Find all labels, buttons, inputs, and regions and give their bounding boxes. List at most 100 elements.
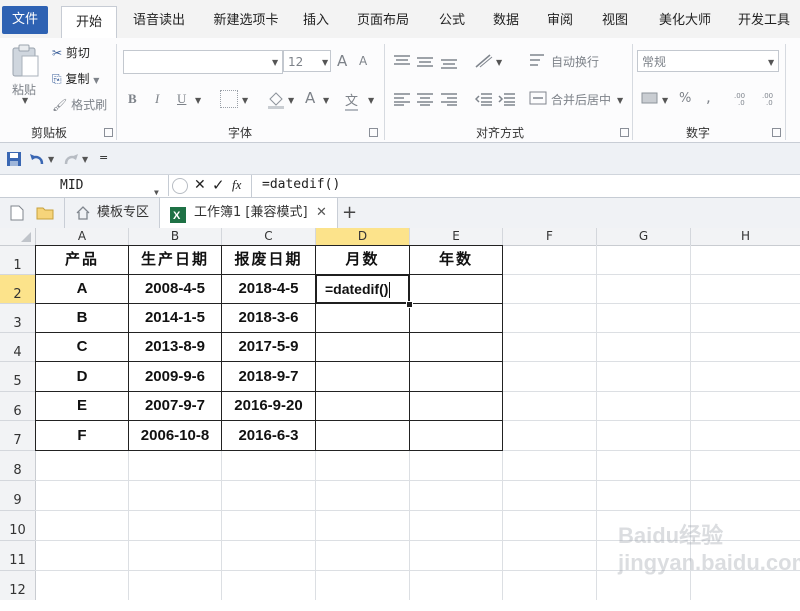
- customize-qat-icon[interactable]: =: [99, 151, 108, 164]
- border-icon[interactable]: [220, 90, 238, 108]
- undo-icon[interactable]: [28, 151, 46, 170]
- table-header-cell[interactable]: 生产日期: [129, 245, 221, 274]
- insert-function-button[interactable]: fx: [232, 177, 241, 193]
- row-header-10[interactable]: 10: [0, 511, 36, 541]
- merge-dropdown-icon[interactable]: ▼: [617, 96, 623, 105]
- border-dropdown-icon[interactable]: ▼: [242, 96, 248, 105]
- table-header-cell[interactable]: 报废日期: [222, 245, 315, 274]
- row-header-7[interactable]: 7: [0, 421, 36, 451]
- redo-icon[interactable]: [62, 151, 80, 170]
- table-header-cell[interactable]: 月数: [316, 245, 409, 274]
- row-header-3[interactable]: 3: [0, 304, 36, 333]
- number-format-dropdown-icon[interactable]: ▼: [768, 58, 774, 67]
- row-header-11[interactable]: 11: [0, 541, 36, 571]
- row-header-1[interactable]: 1: [0, 246, 36, 275]
- table-cell[interactable]: 2008-4-5: [129, 274, 221, 303]
- table-cell[interactable]: [316, 332, 409, 361]
- table-cell[interactable]: [410, 391, 502, 420]
- table-cell[interactable]: [410, 362, 502, 391]
- open-folder-icon[interactable]: [36, 206, 54, 223]
- save-icon[interactable]: [6, 151, 22, 170]
- new-tab-button[interactable]: +: [342, 198, 362, 228]
- copy-dropdown-icon[interactable]: ▼: [93, 76, 99, 85]
- table-cell[interactable]: 2018-3-6: [222, 303, 315, 332]
- bold-button[interactable]: B: [128, 91, 137, 107]
- font-color-button[interactable]: A: [305, 89, 315, 107]
- column-header-d[interactable]: D: [316, 228, 410, 246]
- row-header-2[interactable]: 2: [0, 275, 36, 304]
- tab-developer[interactable]: 开发工具: [731, 5, 797, 37]
- row-header-8[interactable]: 8: [0, 451, 36, 481]
- formula-input[interactable]: =datedif(): [262, 177, 340, 192]
- undo-dropdown-icon[interactable]: ▼: [48, 155, 54, 164]
- underline-dropdown-icon[interactable]: ▼: [195, 96, 201, 105]
- column-header-b[interactable]: B: [129, 228, 222, 246]
- format-painter-button[interactable]: 🖌 格式刷: [52, 96, 107, 113]
- cancel-button[interactable]: ✕: [194, 177, 206, 193]
- align-bottom-icon[interactable]: [440, 58, 458, 75]
- paste-icon[interactable]: [10, 44, 40, 80]
- table-cell[interactable]: [316, 303, 409, 332]
- column-header-g[interactable]: G: [597, 228, 691, 246]
- row-header-5[interactable]: 5: [0, 362, 36, 392]
- row-header-6[interactable]: 6: [0, 392, 36, 421]
- decrease-decimal-icon[interactable]: .00.0: [762, 90, 782, 109]
- redo-dropdown-icon[interactable]: ▼: [82, 155, 88, 164]
- table-cell[interactable]: [316, 362, 409, 391]
- phonetic-dropdown-icon[interactable]: ▼: [368, 96, 374, 105]
- alignment-launcher-icon[interactable]: [620, 128, 629, 137]
- table-cell[interactable]: [410, 303, 502, 332]
- tab-page-layout[interactable]: 页面布局: [350, 5, 416, 37]
- align-top-icon[interactable]: [393, 54, 411, 71]
- underline-button[interactable]: U: [177, 91, 186, 107]
- fill-color-dropdown-icon[interactable]: ▼: [288, 96, 294, 105]
- row-header-12[interactable]: 12: [0, 571, 36, 600]
- copy-button[interactable]: ⎘ 复制 ▼: [52, 70, 99, 87]
- tab-new[interactable]: 新建选项卡: [206, 5, 286, 37]
- increase-indent-icon[interactable]: [498, 92, 516, 109]
- table-cell[interactable]: 2018-4-5: [222, 274, 315, 303]
- table-cell[interactable]: 2016-9-20: [222, 391, 315, 420]
- enter-button[interactable]: ✓: [212, 176, 225, 194]
- tab-view[interactable]: 视图: [597, 5, 633, 37]
- grow-font-button[interactable]: A: [337, 52, 347, 70]
- table-cell[interactable]: [410, 421, 502, 450]
- shrink-font-button[interactable]: A: [359, 54, 367, 68]
- align-center-icon[interactable]: [416, 92, 434, 109]
- table-cell[interactable]: [410, 274, 502, 303]
- table-cell[interactable]: 2007-9-7: [129, 391, 221, 420]
- font-size-dropdown-icon[interactable]: ▼: [322, 58, 328, 67]
- table-cell[interactable]: 2016-6-3: [222, 421, 315, 450]
- table-cell[interactable]: 2013-8-9: [129, 332, 221, 361]
- align-middle-icon[interactable]: [416, 56, 434, 73]
- align-left-icon[interactable]: [393, 92, 411, 109]
- spreadsheet-grid[interactable]: A B C D E F G H 1 2 3 4 5 6 7 8 9 10 11 …: [0, 228, 800, 600]
- row-header-4[interactable]: 4: [0, 333, 36, 362]
- tab-home[interactable]: 开始: [61, 6, 117, 39]
- tab-beautify[interactable]: 美化大师: [652, 5, 718, 37]
- column-header-h[interactable]: H: [691, 228, 800, 246]
- name-box[interactable]: MID ▼: [0, 175, 169, 197]
- italic-button[interactable]: I: [155, 91, 159, 107]
- comma-button[interactable]: ,: [706, 88, 711, 106]
- paste-dropdown-icon[interactable]: ▼: [22, 96, 28, 105]
- column-header-c[interactable]: C: [222, 228, 316, 246]
- font-name-dropdown-icon[interactable]: ▼: [272, 58, 278, 67]
- font-color-dropdown-icon[interactable]: ▼: [323, 96, 329, 105]
- table-cell[interactable]: D: [36, 362, 128, 391]
- tab-review[interactable]: 审阅: [542, 5, 578, 37]
- tab-formulas[interactable]: 公式: [434, 5, 470, 37]
- orientation-dropdown-icon[interactable]: ▼: [496, 58, 502, 67]
- row-header-9[interactable]: 9: [0, 481, 36, 511]
- column-header-f[interactable]: F: [503, 228, 597, 246]
- merge-center-button[interactable]: 合并后居中: [551, 91, 611, 108]
- table-header-cell[interactable]: 年数: [410, 245, 502, 274]
- table-cell[interactable]: [316, 391, 409, 420]
- number-format-select[interactable]: 常规: [637, 50, 779, 72]
- tab-workbook[interactable]: X 工作簿1 [兼容模式] ✕: [160, 198, 338, 228]
- table-cell[interactable]: F: [36, 421, 128, 450]
- tab-data[interactable]: 数据: [488, 5, 524, 37]
- column-header-a[interactable]: A: [36, 228, 129, 246]
- tab-insert[interactable]: 插入: [298, 5, 334, 37]
- table-cell[interactable]: A: [36, 274, 128, 303]
